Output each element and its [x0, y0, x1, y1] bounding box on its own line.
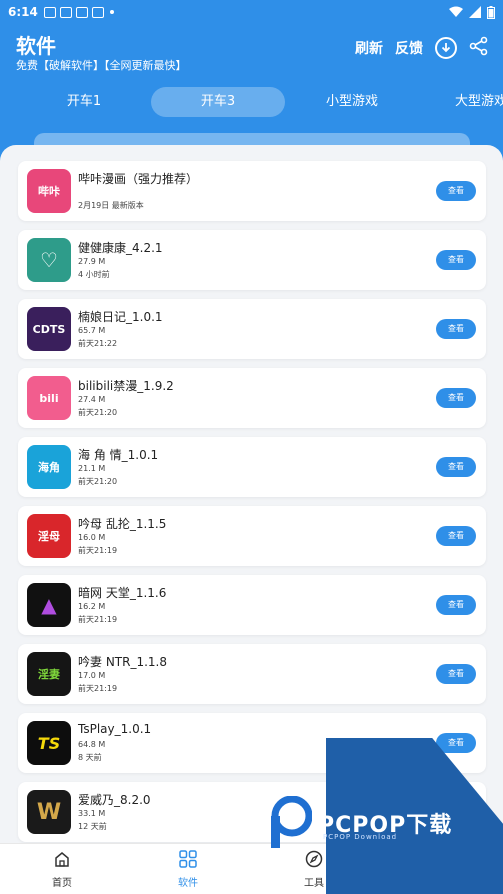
watermark: PCPOP下载 PCPOP Download: [268, 793, 478, 853]
tab-large-games[interactable]: 大型游戏: [455, 87, 503, 117]
page-title: 软件: [16, 34, 56, 58]
share-icon[interactable]: [469, 36, 489, 60]
list-item[interactable]: 淫妻 吟妻 NTR_1.1.8 17.0 M 前天21:19 查看: [18, 644, 486, 704]
download-icon[interactable]: [435, 37, 457, 59]
app-name: 楠娘日记_1.0.1: [78, 310, 163, 324]
app-size: 16.2 M: [78, 602, 106, 611]
view-button[interactable]: 查看: [436, 250, 476, 270]
app-time: 8 天前: [78, 753, 102, 762]
tab-small-games[interactable]: 小型游戏: [315, 87, 389, 117]
app-size: 64.8 M: [78, 740, 106, 749]
app-icon: ▲: [27, 583, 71, 627]
app-size: 17.0 M: [78, 671, 106, 680]
app-size: 21.1 M: [78, 464, 106, 473]
app-name: TsPlay_1.0.1: [78, 722, 152, 736]
nav-software-label: 软件: [178, 878, 198, 889]
pcpop-logo-icon: [271, 796, 312, 848]
list-item[interactable]: 海角 海 角 情_1.0.1 21.1 M 前天21:20 查看: [18, 437, 486, 497]
app-time: 前天21:20: [78, 408, 118, 417]
app-name: 爱威乃_8.2.0: [78, 793, 151, 807]
app-icon: 海角: [27, 445, 71, 489]
app-time: 前天21:19: [78, 684, 118, 693]
list-item[interactable]: bili bilibili禁漫_1.9.2 27.4 M 前天21:20 查看: [18, 368, 486, 428]
home-icon: [55, 852, 69, 867]
list-item[interactable]: ▲ 暗网 天堂_1.1.6 16.2 M 前天21:19 查看: [18, 575, 486, 635]
app-icon: 哔咔: [27, 169, 71, 213]
tab-kaiche3[interactable]: 开车3: [151, 87, 285, 117]
page-subtitle: 免费【破解软件】【全网更新最快】: [16, 59, 187, 72]
view-button[interactable]: 查看: [436, 319, 476, 339]
app-time: 前天21:20: [78, 477, 118, 486]
nav-software[interactable]: 软件: [148, 844, 228, 894]
app-time: 前天21:22: [78, 339, 118, 348]
app-size: 16.0 M: [78, 533, 106, 542]
app-icon: CDTS: [27, 307, 71, 351]
notification-icons: [43, 6, 104, 18]
status-time: 6:14: [8, 5, 38, 19]
notification-icon: [43, 6, 56, 18]
tab-kaiche1[interactable]: 开车1: [46, 87, 122, 117]
category-tabs: 开车1 开车3 小型游戏 大型游戏: [0, 87, 503, 117]
watermark-sub: PCPOP Download: [323, 833, 398, 841]
view-button[interactable]: 查看: [436, 526, 476, 546]
app-icon: bili: [27, 376, 71, 420]
more-notifications-dot: [109, 10, 114, 14]
app-size: 27.4 M: [78, 395, 106, 404]
app-icon: 淫妻: [27, 652, 71, 696]
view-button[interactable]: 查看: [436, 457, 476, 477]
app-time: 2月19日 最新版本: [78, 201, 144, 210]
app-name: 哔咔漫画（强力推荐）: [78, 172, 199, 186]
view-button[interactable]: 查看: [436, 664, 476, 684]
app-name: 暗网 天堂_1.1.6: [78, 586, 167, 600]
list-item[interactable]: ♡ 健健康康_4.2.1 27.9 M 4 小时前 查看: [18, 230, 486, 290]
refresh-button[interactable]: 刷新: [355, 38, 383, 58]
app-name: 吟母 乱抡_1.1.5: [78, 517, 167, 531]
status-bar: 6:14: [0, 0, 503, 24]
view-button[interactable]: 查看: [436, 181, 476, 201]
view-button[interactable]: 查看: [436, 388, 476, 408]
status-right: [449, 5, 495, 19]
app-time: 4 小时前: [78, 270, 110, 279]
app-size: 33.1 M: [78, 809, 106, 818]
app-icon: ♡: [27, 238, 71, 282]
app-time: 前天21:19: [78, 615, 118, 624]
app-name: bilibili禁漫_1.9.2: [78, 379, 174, 393]
battery-icon: [487, 5, 495, 19]
notification-icon: [59, 6, 72, 18]
app-size: 65.7 M: [78, 326, 106, 335]
app-name: 吟妻 NTR_1.1.8: [78, 655, 167, 669]
list-item[interactable]: 哔咔 哔咔漫画（强力推荐） 2月19日 最新版本 查看: [18, 161, 486, 221]
app-icon: 淫母: [27, 514, 71, 558]
signal-icon: [469, 6, 481, 18]
nav-home-label: 首页: [52, 878, 72, 889]
grid-icon: [179, 850, 197, 868]
app-time: 前天21:19: [78, 546, 118, 555]
notification-icon: [75, 6, 88, 18]
app-time: 12 天前: [78, 822, 107, 831]
notification-icon: [91, 6, 104, 18]
view-button[interactable]: 查看: [436, 595, 476, 615]
header-actions: 刷新 反馈: [355, 36, 489, 60]
app-size: 27.9 M: [78, 257, 106, 266]
app-name: 海 角 情_1.0.1: [78, 448, 159, 462]
wifi-icon: [449, 6, 463, 17]
list-item[interactable]: 淫母 吟母 乱抡_1.1.5 16.0 M 前天21:19 查看: [18, 506, 486, 566]
app-name: 健健康康_4.2.1: [78, 241, 163, 255]
list-item[interactable]: CDTS 楠娘日记_1.0.1 65.7 M 前天21:22 查看: [18, 299, 486, 359]
feedback-button[interactable]: 反馈: [395, 38, 423, 58]
nav-home[interactable]: 首页: [22, 844, 102, 894]
app-icon: W: [27, 790, 71, 834]
app-icon: TS: [27, 721, 71, 765]
